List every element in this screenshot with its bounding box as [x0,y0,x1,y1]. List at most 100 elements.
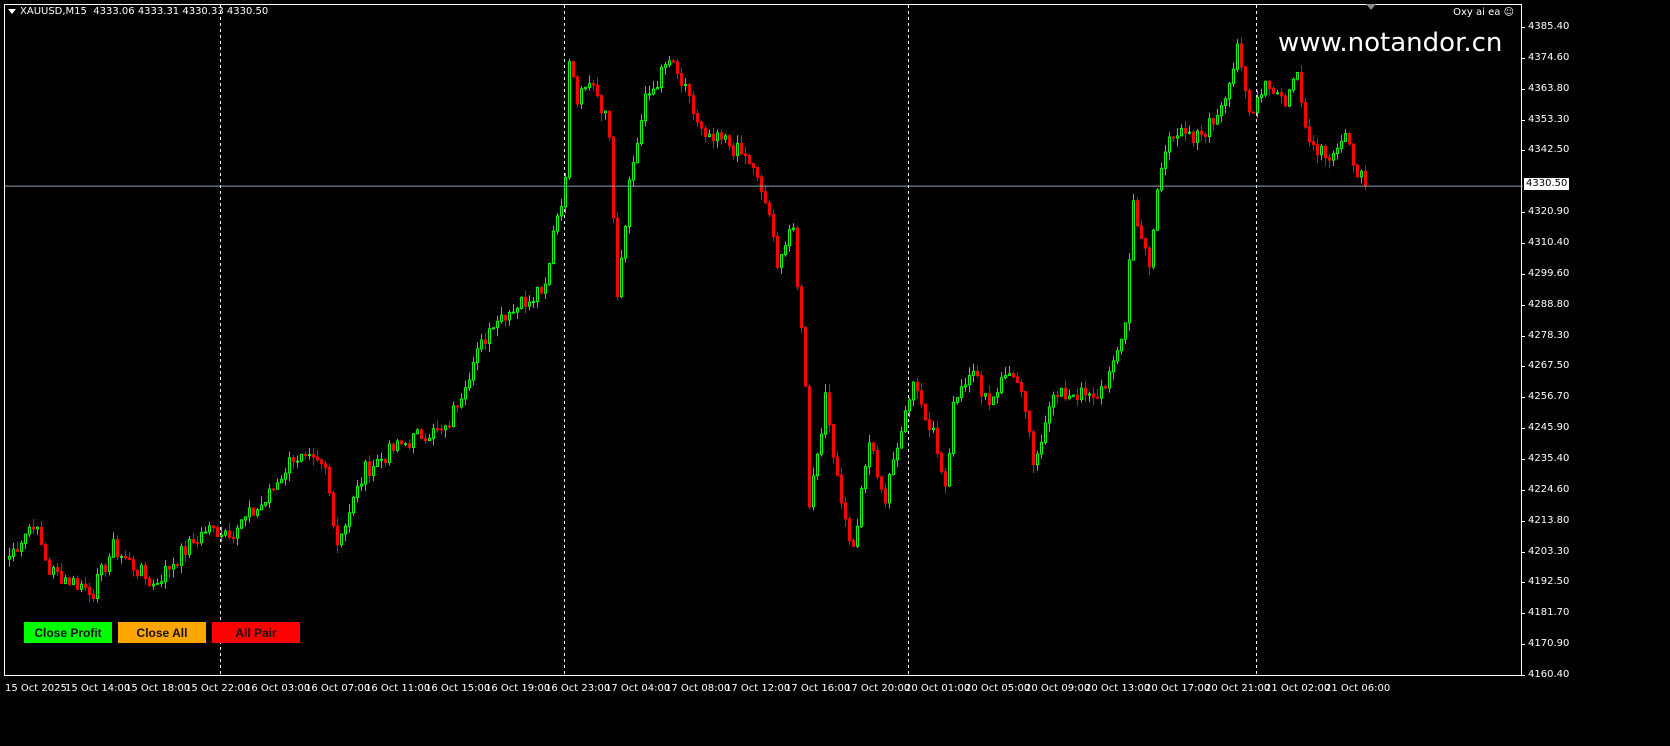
bear-candle [524,296,527,307]
bull-candle [24,533,27,544]
bear-candle [192,538,195,544]
bear-candle [1056,394,1059,397]
bear-candle [720,132,723,140]
bear-candle [504,314,507,321]
bear-candle [676,61,679,75]
bull-candle [868,442,871,468]
bull-candle [488,328,491,344]
bull-candle [792,227,795,230]
bull-candle [1216,115,1219,125]
bull-candle [1060,387,1063,397]
bull-candle [640,120,643,145]
bear-candle [808,385,811,508]
bear-candle [928,419,931,431]
time-tick-label: 21 Oct 06:00 [1325,683,1391,694]
bear-candle [1024,390,1027,412]
bull-candle [684,83,687,86]
bull-candle [1264,80,1267,96]
bull-candle [376,459,379,467]
bear-candle [872,442,875,451]
bear-candle [336,525,339,546]
bear-candle [796,227,799,288]
bear-candle [196,542,199,545]
price-tick-mark [1522,428,1525,430]
bear-candle [740,142,743,155]
bear-candle [116,539,119,558]
bull-candle [1036,453,1039,466]
bear-candle [1280,92,1283,97]
bear-candle [368,461,371,476]
bull-candle [1188,131,1191,134]
bull-candle [1332,152,1335,161]
bull-candle [12,548,15,557]
bull-candle [1128,259,1131,324]
bull-candle [1152,229,1155,268]
bear-candle [748,155,751,165]
bear-candle [1140,225,1143,239]
time-tick-label: 15 Oct 14:00 [65,683,131,694]
bear-candle [712,133,715,142]
time-tick-label: 15 Oct 2025 [5,683,67,694]
bear-candle [1148,247,1151,268]
bull-candle [156,582,159,585]
bull-candle [416,429,419,435]
bull-candle [912,381,915,401]
bear-candle [1284,95,1287,107]
bull-candle [360,483,363,487]
price-tick-mark [1522,582,1525,584]
bull-candle [888,474,891,504]
price-tick-label: 4267.50 [1528,360,1570,372]
chart-shift-marker-icon[interactable] [1366,4,1376,10]
bull-candle [468,379,471,389]
bull-candle [20,542,23,552]
bear-candle [232,536,235,539]
dropdown-triangle-icon[interactable] [8,8,16,14]
bear-candle [424,438,427,442]
close-all-button[interactable]: Close All [118,622,206,643]
price-tick-mark [1522,119,1525,121]
bull-candle [112,539,115,558]
bull-candle [564,176,567,208]
time-tick-label: 16 Oct 03:00 [245,683,311,694]
bull-candle [1236,43,1239,70]
bull-candle [404,443,407,446]
bull-candle [288,457,291,474]
bull-candle [560,206,563,217]
bull-candle [620,257,623,298]
bear-candle [1212,118,1215,125]
bear-candle [800,286,803,329]
symbol-label: XAUUSD,M15 [20,6,87,17]
bear-candle [1092,393,1095,398]
bull-candle [96,574,99,600]
bear-candle [392,443,395,451]
bull-candle [296,460,299,463]
time-tick-label: 16 Oct 19:00 [485,683,551,694]
price-tick-mark [1522,304,1525,306]
bear-candle [1016,376,1019,383]
bull-candle [780,254,783,268]
bear-candle [916,381,919,392]
bear-candle [148,577,151,587]
bull-candle [964,384,967,388]
bear-candle [1324,145,1327,159]
bull-candle [388,443,391,463]
price-tick-label: 4310.40 [1528,237,1570,249]
bull-candle [100,564,103,576]
close-profit-button[interactable]: Close Profit [24,622,112,643]
bear-candle [420,429,423,440]
chart-plot-area[interactable] [4,4,1523,677]
bull-candle [1180,127,1183,137]
bear-candle [456,405,459,408]
bear-candle [1096,396,1099,399]
bull-candle [224,530,227,536]
price-tick-mark [1522,397,1525,399]
all-pair-button[interactable]: All Pair [212,622,300,643]
time-tick-label: 21 Oct 02:00 [1265,683,1331,694]
bear-candle [680,73,683,86]
bear-candle [832,424,835,458]
bear-candle [756,166,759,178]
bull-candle [472,362,475,381]
bear-candle [980,375,983,397]
bear-candle [1364,170,1367,187]
bear-candle [804,327,807,387]
